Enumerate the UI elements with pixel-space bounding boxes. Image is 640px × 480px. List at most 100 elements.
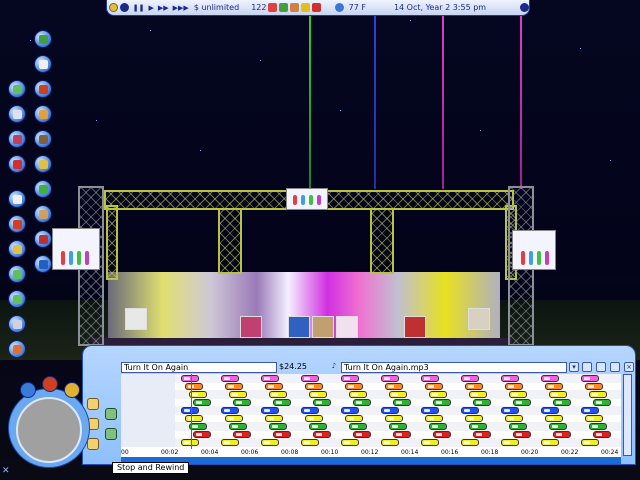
preview-icon[interactable] xyxy=(610,362,620,372)
effect-clip[interactable] xyxy=(461,439,479,446)
effect-clip[interactable] xyxy=(433,399,451,406)
effect-clip[interactable] xyxy=(221,407,239,414)
effect-clip[interactable] xyxy=(341,439,359,446)
close-icon[interactable]: × xyxy=(624,362,634,372)
effect-clip[interactable] xyxy=(265,415,283,422)
map-icon[interactable] xyxy=(8,265,26,283)
show-name-field[interactable]: Turn It On Again xyxy=(121,362,277,373)
fast-forward-button[interactable]: ▶▶ xyxy=(158,4,169,12)
effect-clip[interactable] xyxy=(349,423,367,430)
tools-icon[interactable] xyxy=(8,240,26,258)
effect-clip[interactable] xyxy=(549,423,567,430)
effect-clip[interactable] xyxy=(381,407,399,414)
effect-clip[interactable] xyxy=(509,391,527,398)
effect-clip[interactable] xyxy=(461,375,479,382)
effect-clip[interactable] xyxy=(553,431,571,438)
effect-clip[interactable] xyxy=(273,399,291,406)
effect-clip[interactable] xyxy=(465,415,483,422)
rides-icon[interactable] xyxy=(34,80,52,98)
effect-clip[interactable] xyxy=(225,383,243,390)
effect-clip[interactable] xyxy=(221,375,239,382)
effect-clip[interactable] xyxy=(513,431,531,438)
effect-clip[interactable] xyxy=(349,391,367,398)
music-track-field[interactable]: Turn It On Again.mp3 xyxy=(341,362,567,373)
effect-clip[interactable] xyxy=(473,399,491,406)
effect-clip[interactable] xyxy=(341,375,359,382)
effect-clip[interactable] xyxy=(589,423,607,430)
play-button[interactable]: ▶ xyxy=(148,4,153,12)
guests-icon[interactable] xyxy=(8,105,26,123)
effect-clip[interactable] xyxy=(581,407,599,414)
research-icon[interactable] xyxy=(34,155,52,173)
options-icon[interactable] xyxy=(8,190,26,208)
effect-clip[interactable] xyxy=(345,383,363,390)
effect-clip[interactable] xyxy=(393,399,411,406)
effect-clip[interactable] xyxy=(393,431,411,438)
effect-clip[interactable] xyxy=(341,407,359,414)
effect-clip[interactable] xyxy=(429,423,447,430)
effect-clip[interactable] xyxy=(581,439,599,446)
effect-clip[interactable] xyxy=(429,391,447,398)
rotate-icon[interactable] xyxy=(8,290,26,308)
track-row[interactable] xyxy=(121,438,621,447)
effect-clip[interactable] xyxy=(389,423,407,430)
folder-icon[interactable] xyxy=(64,382,80,398)
effect-clip[interactable] xyxy=(541,375,559,382)
effect-clip[interactable] xyxy=(585,383,603,390)
effect-clip[interactable] xyxy=(421,407,439,414)
effect-clip[interactable] xyxy=(301,407,319,414)
time-ruler[interactable]: 00 00:02 00:04 00:06 00:08 00:10 00:12 00:14 00:… xyxy=(121,449,621,457)
dropdown-arrow-icon[interactable]: ▾ xyxy=(569,362,579,372)
effect-clip[interactable] xyxy=(469,391,487,398)
effect-clip[interactable] xyxy=(465,383,483,390)
trash-icon[interactable] xyxy=(8,340,26,358)
effect-clip[interactable] xyxy=(593,399,611,406)
finance-icon[interactable] xyxy=(34,130,52,148)
effect-clip[interactable] xyxy=(269,391,287,398)
save-icon[interactable] xyxy=(582,362,592,372)
effect-clip[interactable] xyxy=(301,375,319,382)
effect-clip[interactable] xyxy=(505,415,523,422)
park-icon[interactable] xyxy=(34,205,52,223)
effect-clip[interactable] xyxy=(513,399,531,406)
info-icon[interactable] xyxy=(34,255,52,273)
effect-clip[interactable] xyxy=(425,383,443,390)
effect-clip[interactable] xyxy=(233,399,251,406)
effect-clip[interactable] xyxy=(425,415,443,422)
effect-clip[interactable] xyxy=(501,375,519,382)
effect-clip[interactable] xyxy=(581,375,599,382)
stats-icon[interactable] xyxy=(8,155,26,173)
effect-clip[interactable] xyxy=(225,415,243,422)
effect-clip[interactable] xyxy=(273,431,291,438)
effect-clip[interactable] xyxy=(553,399,571,406)
effect-clip[interactable] xyxy=(265,383,283,390)
effect-clip[interactable] xyxy=(301,439,319,446)
effect-clip[interactable] xyxy=(501,407,519,414)
pause-button[interactable]: ❚❚ xyxy=(133,4,145,12)
effect-clip[interactable] xyxy=(381,439,399,446)
firework-button[interactable] xyxy=(87,398,99,410)
effect-clip[interactable] xyxy=(421,439,439,446)
record-icon[interactable] xyxy=(42,376,58,392)
effect-clip[interactable] xyxy=(541,407,559,414)
effect-clip[interactable] xyxy=(421,375,439,382)
fastest-button[interactable]: ▶▶▶ xyxy=(173,4,189,12)
effect-clip[interactable] xyxy=(261,407,279,414)
effect-clip[interactable] xyxy=(585,415,603,422)
effect-clip[interactable] xyxy=(261,375,279,382)
play-show-button[interactable] xyxy=(105,428,117,440)
paths-icon[interactable] xyxy=(8,80,26,98)
effect-clip[interactable] xyxy=(473,431,491,438)
effect-clip[interactable] xyxy=(193,399,211,406)
vertical-scrollbar[interactable] xyxy=(623,374,632,456)
effect-clip[interactable] xyxy=(261,439,279,446)
effect-clip[interactable] xyxy=(433,431,451,438)
effect-clip[interactable] xyxy=(233,431,251,438)
effect-clip[interactable] xyxy=(229,391,247,398)
stop-and-rewind-button[interactable] xyxy=(105,408,117,420)
effect-clip[interactable] xyxy=(505,383,523,390)
effect-clip[interactable] xyxy=(353,399,371,406)
effect-clip[interactable] xyxy=(309,391,327,398)
effect-clip[interactable] xyxy=(313,399,331,406)
effect-clip[interactable] xyxy=(305,415,323,422)
